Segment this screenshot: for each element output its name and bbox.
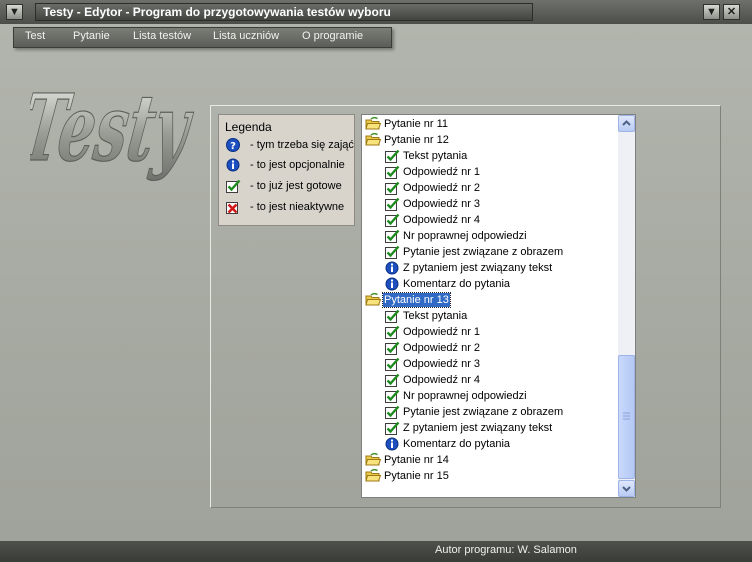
close-button[interactable]: ✕ <box>723 4 740 20</box>
legend-title: Legenda <box>225 120 272 134</box>
menu-pytanie[interactable]: Pytanie <box>73 30 110 42</box>
tree-node-label: Odpowiedź nr 4 <box>403 374 481 386</box>
legend-item-label: - to jest opcjonalnie <box>250 159 345 171</box>
info-icon <box>225 157 241 173</box>
legend-item-label: - to już jest gotowe <box>250 180 342 192</box>
minimize-button[interactable]: ▼ <box>703 4 720 20</box>
scroll-down-button[interactable] <box>618 480 635 497</box>
tree-node-label: Odpowiedź nr 2 <box>403 182 481 194</box>
tree-node-label: Odpowiedź nr 4 <box>403 214 481 226</box>
check-icon <box>384 244 400 260</box>
scroll-thumb[interactable] <box>618 355 635 479</box>
tree-node-label: Odpowiedź nr 2 <box>403 342 481 354</box>
tree-node-label: Komentarz do pytania <box>403 278 511 290</box>
menu-bar: Test Pytanie Lista testów Lista uczniów … <box>13 27 392 48</box>
menu-lista-uczniow[interactable]: Lista uczniów <box>213 30 279 42</box>
system-menu-button[interactable]: ▼ <box>6 4 23 20</box>
info-icon <box>384 260 400 276</box>
chevron-up-icon <box>622 120 631 126</box>
check-icon <box>384 196 400 212</box>
folder-icon <box>365 116 382 132</box>
check-icon <box>384 324 400 340</box>
question-tree[interactable]: Pytanie nr 11 Pytanie nr 12 Tekst pytania O… <box>361 114 636 498</box>
info-icon <box>384 436 400 452</box>
legend-box: Legenda ? - tym trzeba się zająć - to jest… <box>218 114 355 226</box>
tree-node-label: Komentarz do pytania <box>403 438 511 450</box>
check-icon <box>384 388 400 404</box>
menu-lista-testow[interactable]: Lista testów <box>133 30 191 42</box>
tree-node-label: Nr poprawnej odpowiedzi <box>403 390 527 402</box>
check-icon <box>384 420 400 436</box>
tree-node-label: Pytanie nr 14 <box>384 454 449 466</box>
folder-icon <box>365 132 382 148</box>
logo-text: Testy <box>30 73 199 181</box>
check-icon <box>384 180 400 196</box>
tree-node-label: Pytanie nr 15 <box>384 470 449 482</box>
main-window: ▼ Testy - Edytor - Program do przygotowy… <box>0 0 752 562</box>
tree-node-label: Pytanie jest związane z obrazem <box>403 406 564 418</box>
check-icon <box>384 148 400 164</box>
window-title: Testy - Edytor - Program do przygotowywa… <box>35 3 533 21</box>
legend-item-label: - to jest nieaktywne <box>250 201 345 213</box>
title-bar[interactable]: ▼ Testy - Edytor - Program do przygotowy… <box>0 0 752 24</box>
legend-item-label: - tym trzeba się zająć <box>250 139 354 151</box>
tree-node-label: Pytanie nr 11 <box>384 118 449 130</box>
grip-icon <box>623 412 630 420</box>
check-icon <box>384 164 400 180</box>
app-logo: Testy <box>30 73 200 183</box>
tree-node-label: Pytanie jest związane z obrazem <box>403 246 564 258</box>
menu-o-programie[interactable]: O programie <box>302 30 363 42</box>
check-icon <box>384 340 400 356</box>
folder-icon <box>365 292 382 308</box>
folder-icon <box>365 468 382 484</box>
check-icon <box>384 356 400 372</box>
tree-node-label: Tekst pytania <box>403 150 468 162</box>
tree-node-label: Tekst pytania <box>403 310 468 322</box>
tree-node-label: Pytanie nr 12 <box>384 134 449 146</box>
check-icon <box>384 228 400 244</box>
chevron-down-icon: ▼ <box>9 6 20 18</box>
check-icon <box>384 404 400 420</box>
cross-icon <box>225 199 241 215</box>
check-icon <box>384 308 400 324</box>
tree-scrollbar[interactable] <box>618 115 635 497</box>
check-icon <box>225 178 241 194</box>
close-icon: ✕ <box>726 6 737 18</box>
check-icon <box>384 372 400 388</box>
folder-icon <box>365 452 382 468</box>
tree-node-label: Z pytaniem jest związany tekst <box>403 262 553 274</box>
tree-node-label: Odpowiedź nr 3 <box>403 358 481 370</box>
tree-node-label: Odpowiedź nr 1 <box>403 166 481 178</box>
menu-test[interactable]: Test <box>25 30 45 42</box>
tree-node-label: Nr poprawnej odpowiedzi <box>403 230 527 242</box>
tree-node-label: Pytanie nr 13 <box>382 292 451 308</box>
tree-node-label: Odpowiedź nr 1 <box>403 326 481 338</box>
scroll-up-button[interactable] <box>618 115 635 132</box>
tree-node-label: Odpowiedź nr 3 <box>403 198 481 210</box>
author-label: Autor programu: W. Salamon <box>435 544 577 556</box>
info-icon <box>384 276 400 292</box>
check-icon <box>384 212 400 228</box>
question-icon: ? <box>225 137 241 153</box>
status-bar: Autor programu: W. Salamon <box>0 541 752 562</box>
chevron-down-icon: ▼ <box>706 6 717 18</box>
svg-text:?: ? <box>230 141 236 152</box>
chevron-down-icon <box>622 486 631 492</box>
tree-node-label: Z pytaniem jest związany tekst <box>403 422 553 434</box>
